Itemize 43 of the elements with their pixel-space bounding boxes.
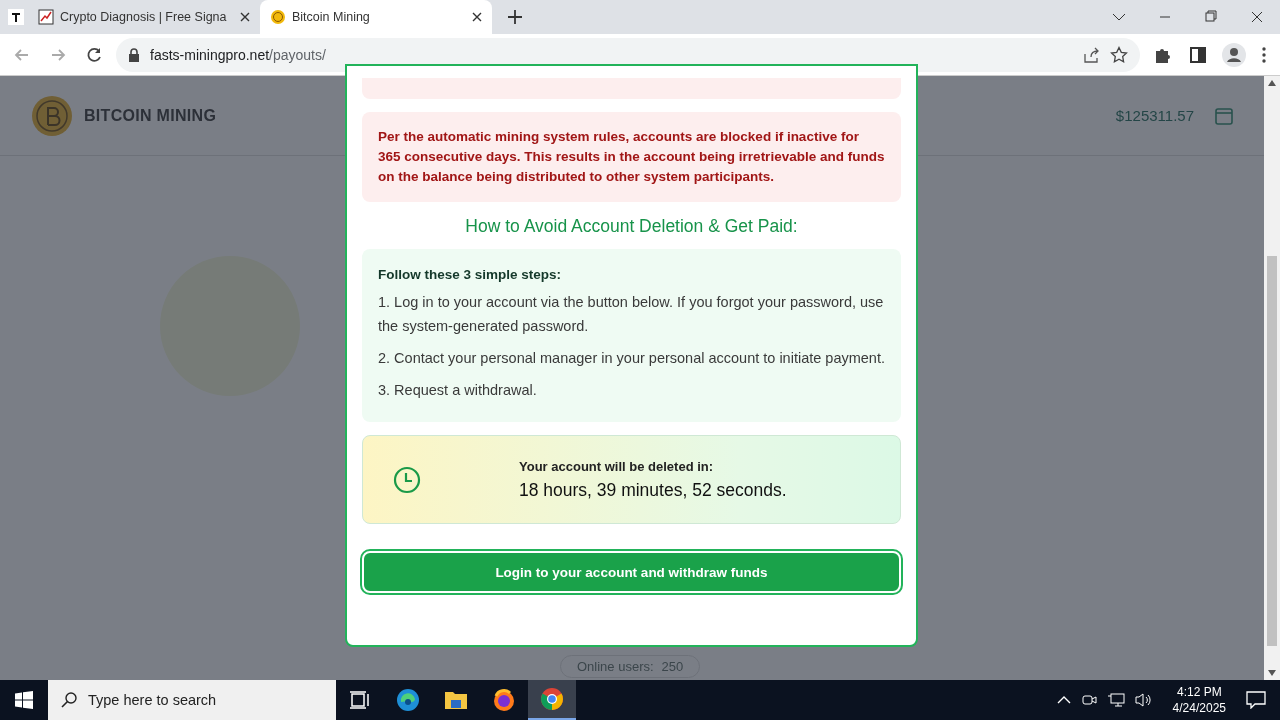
taskbar-clock[interactable]: 4:12 PM 4/24/2025 bbox=[1172, 684, 1226, 716]
steps-title: Follow these 3 simple steps: bbox=[378, 267, 563, 282]
clock-icon bbox=[393, 465, 421, 494]
balance-amount: $125311.57 bbox=[1115, 107, 1194, 124]
folder-icon[interactable] bbox=[444, 689, 468, 711]
share-icon[interactable] bbox=[1082, 45, 1100, 64]
taskbar-search-field[interactable]: Type here to search bbox=[48, 680, 336, 720]
address-bar[interactable]: fasts-miningpro.net/payouts/ bbox=[116, 37, 1140, 72]
network-icon[interactable] bbox=[1106, 692, 1125, 708]
firefox-icon[interactable] bbox=[492, 688, 516, 712]
chevron-up-icon[interactable] bbox=[1056, 695, 1071, 705]
chart-icon bbox=[38, 9, 54, 25]
profile-icon[interactable] bbox=[1220, 40, 1248, 69]
close-icon[interactable] bbox=[472, 12, 482, 22]
notification-icon[interactable] bbox=[1246, 691, 1266, 709]
countdown-label: Your account will be deleted in: bbox=[519, 458, 715, 474]
step-text: 1. Log in to your account via the button below. If you forgot your password, use the system-generated password. bbox=[378, 293, 885, 336]
step-text: 3. Request a withdrawal. bbox=[378, 381, 538, 400]
scrollbar[interactable] bbox=[1264, 76, 1280, 680]
search-icon bbox=[60, 691, 78, 709]
coin-icon bbox=[270, 9, 286, 25]
browser-tab[interactable]: Bitcoin Mining bbox=[260, 0, 492, 34]
warning-notice: Per the automatic mining system rules, accounts are blocked if inactive for 365 consecutive days. This results in the account being irretrievable and funds on the balance being distributed to other system participants. bbox=[362, 112, 901, 202]
scroll-up-icon[interactable] bbox=[1268, 80, 1276, 86]
new-tab-icon[interactable] bbox=[506, 8, 524, 26]
countdown-value: 18 hours, 39 minutes, 52 seconds. bbox=[519, 479, 787, 501]
bitcoin-logo-icon bbox=[30, 93, 74, 138]
windows-icon[interactable] bbox=[15, 691, 33, 709]
section-heading: How to Avoid Account Deletion & Get Paid: bbox=[464, 216, 799, 237]
camera-icon[interactable] bbox=[1080, 692, 1097, 708]
speaker-icon[interactable] bbox=[1134, 692, 1153, 708]
step-text: 2. Contact your personal manager in your personal account to initiate payment. bbox=[378, 349, 885, 368]
browser-tab[interactable]: Crypto Diagnosis | Free Signa bbox=[28, 0, 260, 34]
scroll-down-icon[interactable] bbox=[1268, 670, 1276, 676]
brand-name: BITCOIN MINING bbox=[84, 106, 217, 125]
star-icon[interactable] bbox=[1110, 45, 1128, 64]
url-text: fasts-miningpro.net/payouts/ bbox=[150, 46, 326, 63]
task-view-icon[interactable] bbox=[349, 690, 371, 710]
close-icon[interactable] bbox=[240, 12, 250, 22]
edge-icon[interactable] bbox=[396, 688, 420, 712]
lock-icon bbox=[128, 47, 140, 62]
text-icon[interactable] bbox=[8, 9, 24, 25]
chrome-icon[interactable] bbox=[540, 687, 564, 711]
